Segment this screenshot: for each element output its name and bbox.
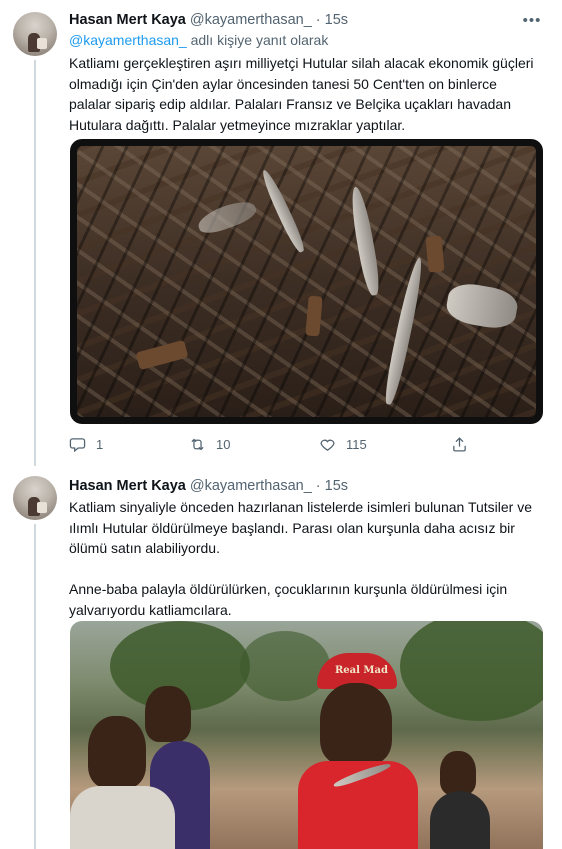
person-head	[145, 686, 191, 742]
author-handle[interactable]: @kayamerthasan_	[190, 478, 312, 494]
author-avatar[interactable]	[13, 476, 57, 520]
tweet-text-line: palalar sipariş edip aldılar. Palaları F…	[69, 96, 512, 112]
person-shirt	[70, 786, 175, 849]
thread-connector-line	[34, 60, 36, 466]
tweet-text: Katliamı gerçekleştiren aşırı milliyetçi…	[69, 53, 547, 135]
author-avatar[interactable]	[13, 12, 57, 56]
share-button[interactable]	[451, 434, 468, 454]
machete-blade	[381, 256, 427, 406]
machete-handle	[135, 339, 189, 371]
reply-button[interactable]: 1	[69, 434, 103, 454]
background-tree	[240, 631, 330, 701]
tweet-actions: 1 10 115	[69, 434, 489, 454]
tweet-text-line: ılımlı Hutular öldürülmeye başlandı. Par…	[69, 519, 515, 536]
tweet-text-line: Katliamı gerçekleştiren aşırı milliyetçi…	[69, 55, 534, 71]
person-head	[440, 751, 476, 795]
person-head	[88, 716, 146, 788]
background-tree	[400, 621, 543, 721]
reply-context-label: adlı kişiye yanıt olarak	[190, 32, 329, 48]
reply-context: @kayamerthasan_ adlı kişiye yanıt olarak	[69, 32, 328, 48]
tweet-header: Hasan Mert Kaya @kayamerthasan_ · 15s	[69, 476, 348, 496]
share-icon	[453, 436, 466, 452]
tweet-media-image[interactable]: Real Mad	[70, 621, 543, 849]
heart-icon	[320, 439, 335, 451]
retweet-button[interactable]: 10	[189, 434, 230, 454]
separator-dot: ·	[315, 478, 321, 494]
tweet-2[interactable]: Hasan Mert Kaya @kayamerthasan_ · 15s Ka…	[0, 466, 562, 849]
thread-connector-line	[34, 524, 36, 849]
reply-mention-link[interactable]: @kayamerthasan_	[69, 32, 187, 48]
tweet-text-line: Hutulara dağıttı. Palalar yetmeyince mız…	[69, 116, 406, 133]
reply-count: 1	[96, 436, 104, 452]
machete-handle	[425, 235, 445, 273]
tweet-media-image[interactable]	[70, 139, 543, 424]
author-handle[interactable]: @kayamerthasan_	[190, 12, 312, 28]
tweet-text-line: Katliam sinyaliyle önceden hazırlanan li…	[69, 499, 533, 515]
retweet-icon	[191, 438, 204, 450]
machete-handle	[305, 295, 323, 337]
machete-blade	[347, 185, 383, 297]
reply-icon	[69, 437, 86, 452]
machete-blade	[444, 280, 520, 332]
machete-blade	[258, 167, 308, 255]
more-horizontal-icon[interactable]: •••	[522, 10, 542, 30]
avatar-figure-detail	[37, 38, 47, 49]
person-shirt	[430, 791, 490, 849]
tweet-text-blank-line	[69, 559, 547, 580]
person-head	[320, 683, 392, 765]
tweet-header: Hasan Mert Kaya @kayamerthasan_ · 15s	[69, 10, 348, 30]
tweet-text-line: Anne-baba palayla öldürülürken, çocuklar…	[69, 581, 508, 597]
tweet-timestamp[interactable]: 15s	[325, 478, 348, 494]
author-name[interactable]: Hasan Mert Kaya	[69, 478, 186, 494]
retweet-count: 10	[216, 436, 231, 452]
tweet-timestamp[interactable]: 15s	[325, 12, 348, 28]
like-button[interactable]: 115	[319, 434, 367, 454]
tweet-text-line: yalvarıyordu katliamcılara.	[69, 601, 232, 618]
tweet-1[interactable]: Hasan Mert Kaya @kayamerthasan_ · 15s ••…	[0, 0, 562, 466]
tweet-text: Katliam sinyaliyle önceden hazırlanan li…	[69, 497, 547, 620]
tweet-text-line: olmadığı için Çin'den aylar öncesinden t…	[69, 75, 497, 92]
author-name[interactable]: Hasan Mert Kaya	[69, 12, 186, 28]
machete-blade	[195, 196, 259, 238]
like-count: 115	[346, 436, 367, 452]
separator-dot: ·	[315, 12, 321, 28]
tweet-text-line: ölümü satın alabiliyordu.	[69, 540, 220, 556]
avatar-figure-detail	[37, 502, 47, 513]
cap-lettering: Real Mad	[335, 665, 388, 676]
